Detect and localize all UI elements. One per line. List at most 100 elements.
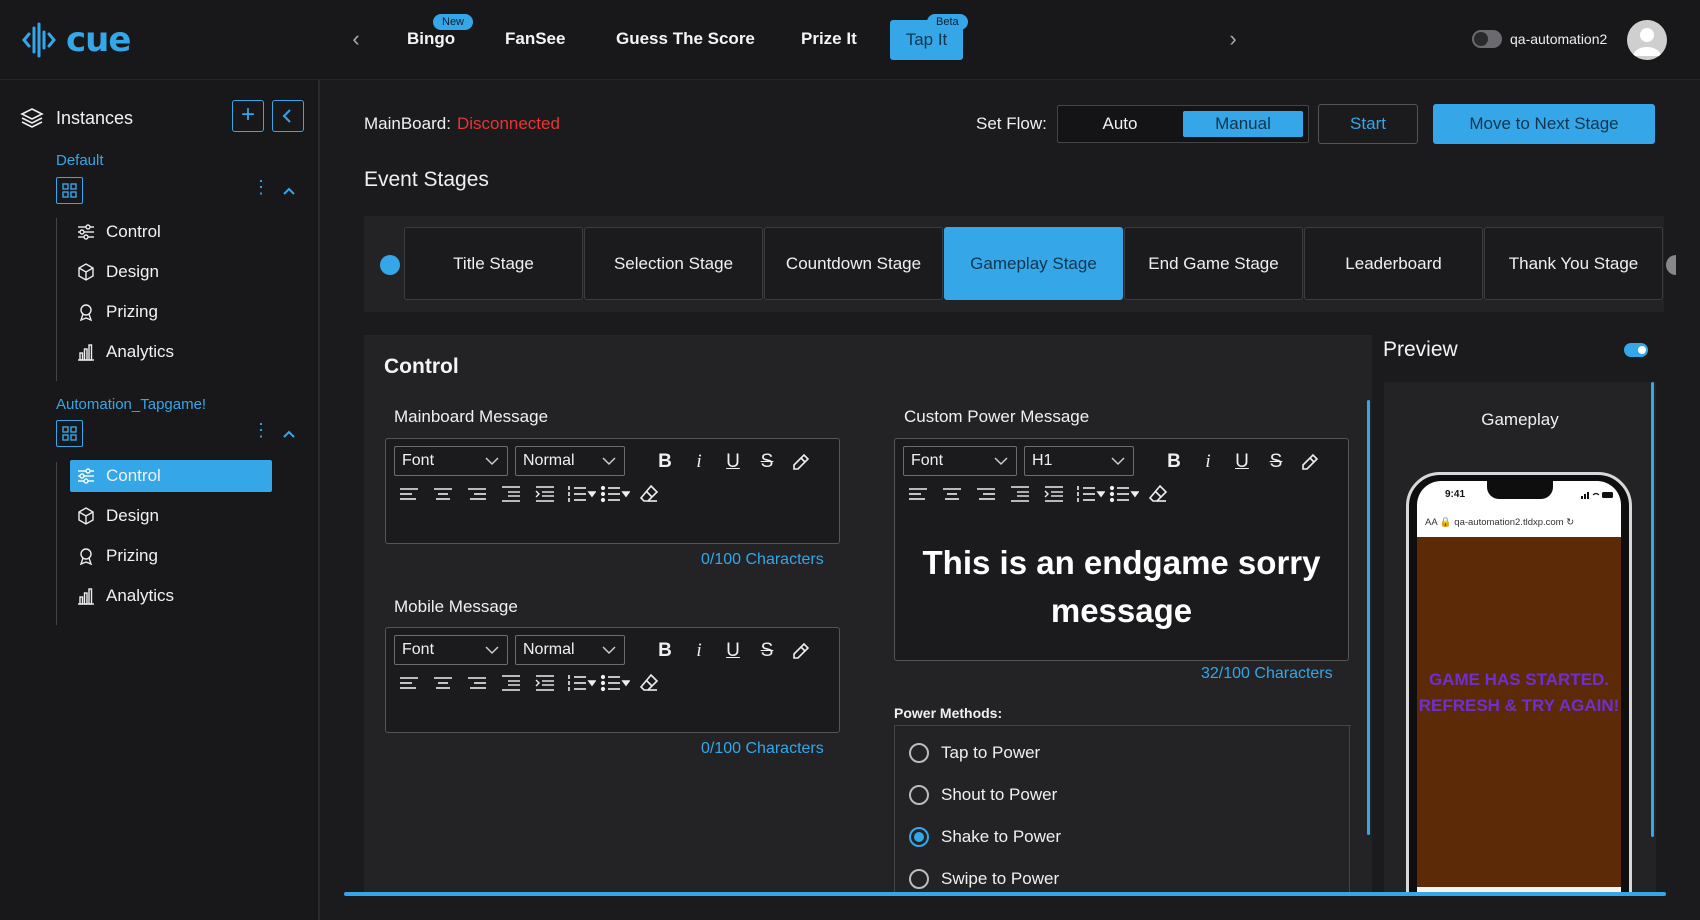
outdent-icon[interactable] [1009, 483, 1031, 505]
group-label-automation-tapgame[interactable]: Automation_Tapgame! [56, 396, 206, 413]
collapse-sidebar-button[interactable] [272, 100, 304, 132]
radio-button[interactable] [909, 743, 929, 763]
group-grid-button[interactable] [56, 177, 83, 204]
indent-icon[interactable] [534, 672, 556, 694]
underline-icon[interactable]: U [1231, 451, 1253, 473]
ordered-list-icon[interactable] [1075, 483, 1105, 505]
highlighter-icon[interactable] [790, 640, 812, 662]
control-scrollbar[interactable] [1367, 400, 1370, 835]
start-button[interactable]: Start [1318, 104, 1418, 144]
align-left-icon[interactable] [398, 483, 420, 505]
highlighter-icon[interactable] [790, 451, 812, 473]
outdent-icon[interactable] [500, 483, 522, 505]
nav-tab-prize-it[interactable]: Prize It [801, 26, 857, 56]
italic-icon[interactable]: i [688, 640, 710, 662]
underline-icon[interactable]: U [722, 451, 744, 473]
group-grid-button[interactable] [56, 420, 83, 447]
eraser-icon[interactable] [638, 483, 660, 505]
sidebar-item-control[interactable]: Control [70, 216, 272, 248]
bullet-list-icon[interactable] [600, 672, 630, 694]
bold-icon[interactable]: B [1163, 451, 1185, 473]
indent-icon[interactable] [534, 483, 556, 505]
sidebar-item-analytics[interactable]: Analytics [70, 336, 272, 368]
add-instance-button[interactable]: + [232, 100, 264, 132]
stage-selection[interactable]: Selection Stage [584, 227, 763, 300]
strikethrough-icon[interactable]: S [756, 640, 778, 662]
align-center-icon[interactable] [941, 483, 963, 505]
font-select[interactable]: Font [394, 635, 508, 665]
reload-icon[interactable]: ↻ [1566, 517, 1574, 528]
italic-icon[interactable]: i [1197, 451, 1219, 473]
ordered-list-icon[interactable] [566, 483, 596, 505]
sidebar-item-analytics[interactable]: Analytics [70, 580, 272, 612]
mainboard-message-editor[interactable]: Font Normal B i U S [385, 438, 840, 544]
align-center-icon[interactable] [432, 672, 454, 694]
highlighter-icon[interactable] [1299, 451, 1321, 473]
custom-power-message-editor[interactable]: Font H1 B i U S This is an endgame sorry… [894, 438, 1349, 661]
radio-button-selected[interactable] [909, 827, 929, 847]
italic-icon[interactable]: i [688, 451, 710, 473]
outdent-icon[interactable] [500, 672, 522, 694]
align-right-icon[interactable] [975, 483, 997, 505]
sidebar-item-design[interactable]: Design [70, 500, 272, 532]
chevron-up-icon[interactable] [281, 426, 297, 442]
power-option-swipe[interactable]: Swipe to Power [909, 869, 1059, 889]
nav-tab-bingo[interactable]: Bingo [407, 26, 455, 56]
mobile-message-editor[interactable]: Font Normal B i U S [385, 627, 840, 733]
stage-title[interactable]: Title Stage [404, 227, 583, 300]
stage-countdown[interactable]: Countdown Stage [764, 227, 943, 300]
sidebar-item-design[interactable]: Design [70, 256, 272, 288]
bold-icon[interactable]: B [654, 640, 676, 662]
size-select[interactable]: H1 [1024, 446, 1134, 476]
group-label-default[interactable]: Default [56, 152, 104, 169]
flow-manual-option[interactable]: Manual [1183, 111, 1303, 137]
custom-power-message-content[interactable]: This is an endgame sorry message [895, 539, 1348, 635]
nav-tab-guess-the-score[interactable]: Guess The Score [616, 26, 755, 56]
size-select[interactable]: Normal [515, 446, 625, 476]
font-select[interactable]: Font [394, 446, 508, 476]
nav-next-arrow-icon[interactable]: › [1222, 28, 1244, 50]
brand-logo[interactable]: cue [22, 22, 131, 58]
stage-leaderboard[interactable]: Leaderboard [1304, 227, 1483, 300]
bold-icon[interactable]: B [654, 451, 676, 473]
theme-toggle[interactable] [1472, 30, 1502, 48]
sidebar-item-prizing[interactable]: Prizing [70, 540, 272, 572]
chevron-up-icon[interactable] [281, 183, 297, 199]
stage-thank-you[interactable]: Thank You Stage [1484, 227, 1663, 300]
power-option-shout[interactable]: Shout to Power [909, 785, 1057, 805]
font-select[interactable]: Font [903, 446, 1017, 476]
bullet-list-icon[interactable] [1109, 483, 1139, 505]
sidebar-item-control-active[interactable]: Control [70, 460, 272, 492]
align-right-icon[interactable] [466, 672, 488, 694]
strikethrough-icon[interactable]: S [756, 451, 778, 473]
move-to-next-stage-button[interactable]: Move to Next Stage [1433, 104, 1655, 144]
size-select[interactable]: Normal [515, 635, 625, 665]
carousel-right-dot[interactable] [1666, 255, 1676, 275]
nav-tab-fansee[interactable]: FanSee [505, 26, 565, 56]
stage-gameplay[interactable]: Gameplay Stage [944, 227, 1123, 300]
flow-auto-option[interactable]: Auto [1058, 106, 1182, 142]
eraser-icon[interactable] [638, 672, 660, 694]
underline-icon[interactable]: U [722, 640, 744, 662]
sidebar-item-prizing[interactable]: Prizing [70, 296, 272, 328]
browser-url-bar[interactable]: AA 🔒 qa-automation2.tldxp.com ↻ [1425, 514, 1615, 532]
stage-end-game[interactable]: End Game Stage [1124, 227, 1303, 300]
ordered-list-icon[interactable] [566, 672, 596, 694]
text-size-icon[interactable]: AA [1425, 517, 1437, 528]
power-option-tap[interactable]: Tap to Power [909, 743, 1040, 763]
nav-prev-arrow-icon[interactable]: ‹ [345, 28, 367, 50]
align-right-icon[interactable] [466, 483, 488, 505]
radio-button[interactable] [909, 785, 929, 805]
group-menu-kebab-icon[interactable]: ⋮ [252, 178, 270, 196]
radio-button[interactable] [909, 869, 929, 889]
avatar[interactable] [1627, 20, 1667, 60]
preview-scrollbar[interactable] [1651, 382, 1654, 837]
align-left-icon[interactable] [398, 672, 420, 694]
group-menu-kebab-icon[interactable]: ⋮ [252, 421, 270, 439]
eraser-icon[interactable] [1147, 483, 1169, 505]
strikethrough-icon[interactable]: S [1265, 451, 1287, 473]
align-center-icon[interactable] [432, 483, 454, 505]
carousel-left-dot[interactable] [380, 255, 400, 275]
power-option-shake[interactable]: Shake to Power [909, 827, 1061, 847]
preview-toggle[interactable] [1624, 343, 1648, 357]
